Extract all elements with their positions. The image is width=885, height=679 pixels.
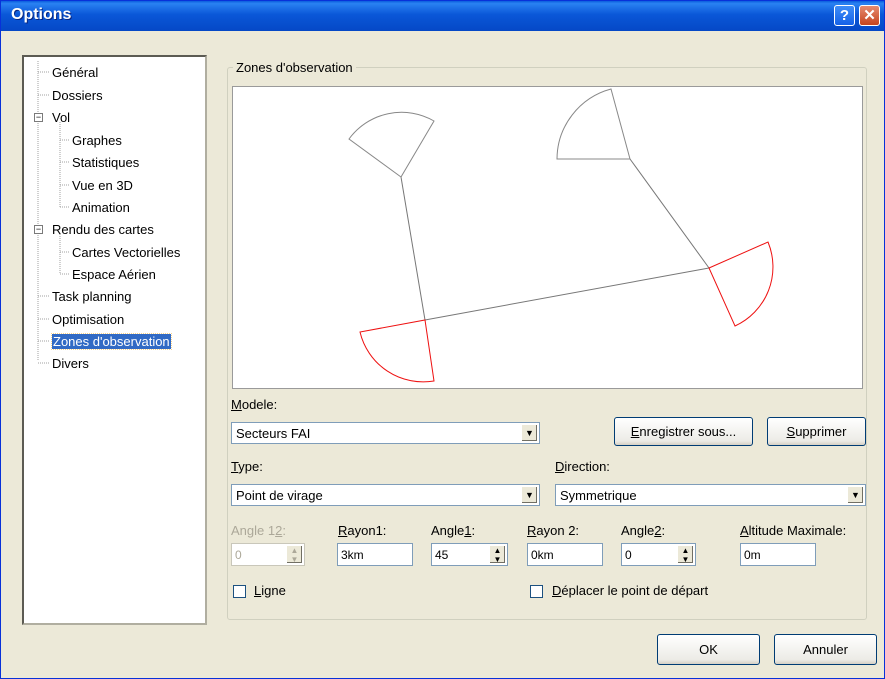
angle2-stepper[interactable]: 0 ▲ ▼ — [621, 543, 696, 566]
angle1-stepper[interactable]: 45 ▲ ▼ — [431, 543, 508, 566]
tree-item-general[interactable]: Général — [52, 63, 98, 82]
tree-item-label: Vol — [52, 110, 71, 125]
altitude-value: 0m — [744, 548, 761, 562]
altitude-label: Altitude Maximale: — [740, 523, 847, 538]
title-bar[interactable]: Options ? ✕ — [1, 1, 884, 31]
tree-item-label: Dossiers — [52, 88, 103, 103]
chevron-down-icon[interactable]: ▼ — [847, 486, 864, 504]
tree-item-label: Zones d'observation — [51, 333, 172, 350]
deplacer-checkbox[interactable] — [530, 585, 543, 598]
direction-value: Symmetrique — [560, 488, 637, 503]
tree-item-label: Cartes Vectorielles — [72, 245, 181, 260]
chevron-down-icon[interactable]: ▼ — [521, 424, 538, 442]
modele-label: Modele: — [231, 397, 278, 412]
sector-start — [348, 111, 435, 178]
tree-item-label: Vue en 3D — [72, 178, 133, 193]
tree-item-animation[interactable]: Animation — [72, 198, 130, 217]
tree-item-cartes-vectorielles[interactable]: Cartes Vectorielles — [72, 243, 180, 262]
options-tree[interactable]: − − Général Dossiers Vol Graphes Statist… — [22, 55, 207, 625]
tree-item-label: Animation — [72, 200, 130, 215]
tree-item-label: Graphes — [72, 133, 122, 148]
sector-preview-drawing — [348, 88, 774, 383]
angle2-label: Angle2: — [621, 523, 666, 538]
collapse-rendu-icon[interactable]: − — [34, 225, 43, 234]
angle1-label: Angle1: — [431, 523, 476, 538]
tree-item-vol[interactable]: Vol — [52, 108, 70, 127]
tree-item-graphes[interactable]: Graphes — [72, 131, 122, 150]
rayon2-label: Rayon 2: — [527, 523, 580, 538]
rayon1-value: 3km — [341, 548, 364, 562]
modele-value: Secteurs FAI — [236, 426, 311, 441]
type-label: Type: — [231, 459, 263, 474]
tree-item-label: Espace Aérien — [72, 267, 156, 282]
task-leg-3 — [629, 158, 710, 269]
rayon1-input[interactable]: 3km — [337, 543, 413, 566]
task-leg-2 — [424, 267, 710, 321]
tree-item-optimisation[interactable]: Optimisation — [52, 310, 124, 329]
save-as-button[interactable]: Enregistrer sous... — [614, 417, 753, 446]
sector-preview — [232, 86, 863, 389]
sector-finish — [708, 241, 774, 327]
group-title: Zones d'observation — [233, 60, 356, 75]
chevron-down-icon[interactable]: ▼ — [521, 486, 538, 504]
spin-arrows-icon: ▲ ▼ — [286, 545, 303, 564]
type-value: Point de virage — [236, 488, 323, 503]
cancel-button[interactable]: Annuler — [774, 634, 877, 665]
help-button[interactable]: ? — [834, 5, 855, 26]
tree-item-label: Rendu des cartes — [52, 222, 154, 237]
sector-turnpoint — [359, 319, 435, 383]
tree-item-zones-observation[interactable]: Zones d'observation — [51, 332, 172, 351]
direction-label: Direction: — [555, 459, 610, 474]
tree-item-label: Optimisation — [52, 312, 125, 327]
tree-item-dossiers[interactable]: Dossiers — [52, 86, 103, 105]
rayon1-label: Rayon1: — [338, 523, 387, 538]
angle12-value: 0 — [235, 548, 242, 562]
deplacer-label[interactable]: Déplacer le point de départ — [552, 583, 708, 598]
angle12-label: Angle 12: — [231, 523, 286, 538]
delete-button[interactable]: Supprimer — [767, 417, 866, 446]
modele-select[interactable]: Secteurs FAI ▼ — [231, 422, 540, 444]
angle1-value: 45 — [435, 548, 449, 562]
ok-button[interactable]: OK — [657, 634, 760, 665]
tree-item-label: Statistiques — [72, 155, 140, 170]
tree-item-rendu-cartes[interactable]: Rendu des cartes — [52, 220, 154, 239]
tree-item-divers[interactable]: Divers — [52, 354, 89, 373]
tree-item-statistiques[interactable]: Statistiques — [72, 153, 139, 172]
sector-tp2 — [556, 88, 631, 160]
tree-item-task-planning[interactable]: Task planning — [52, 287, 132, 306]
type-select[interactable]: Point de virage ▼ — [231, 484, 540, 506]
ligne-label[interactable]: Ligne — [254, 583, 286, 598]
tree-item-espace-aerien[interactable]: Espace Aérien — [72, 265, 156, 284]
spin-arrows-icon[interactable]: ▲ ▼ — [677, 545, 694, 564]
task-leg-1 — [400, 176, 426, 321]
spin-arrows-icon[interactable]: ▲ ▼ — [489, 545, 506, 564]
tree-item-label: Divers — [52, 356, 89, 371]
direction-select[interactable]: Symmetrique ▼ — [555, 484, 866, 506]
tree-item-vue-3d[interactable]: Vue en 3D — [72, 176, 133, 195]
rayon2-input[interactable]: 0km — [527, 543, 603, 566]
ligne-checkbox[interactable] — [233, 585, 246, 598]
tree-item-label: Général — [52, 65, 99, 80]
altitude-input[interactable]: 0m — [740, 543, 816, 566]
collapse-vol-icon[interactable]: − — [34, 113, 43, 122]
window-title: Options — [11, 6, 72, 23]
tree-item-label: Task planning — [52, 289, 132, 304]
angle2-value: 0 — [625, 548, 632, 562]
angle12-stepper: 0 ▲ ▼ — [231, 543, 305, 566]
rayon2-value: 0km — [531, 548, 554, 562]
close-button[interactable]: ✕ — [859, 5, 880, 26]
